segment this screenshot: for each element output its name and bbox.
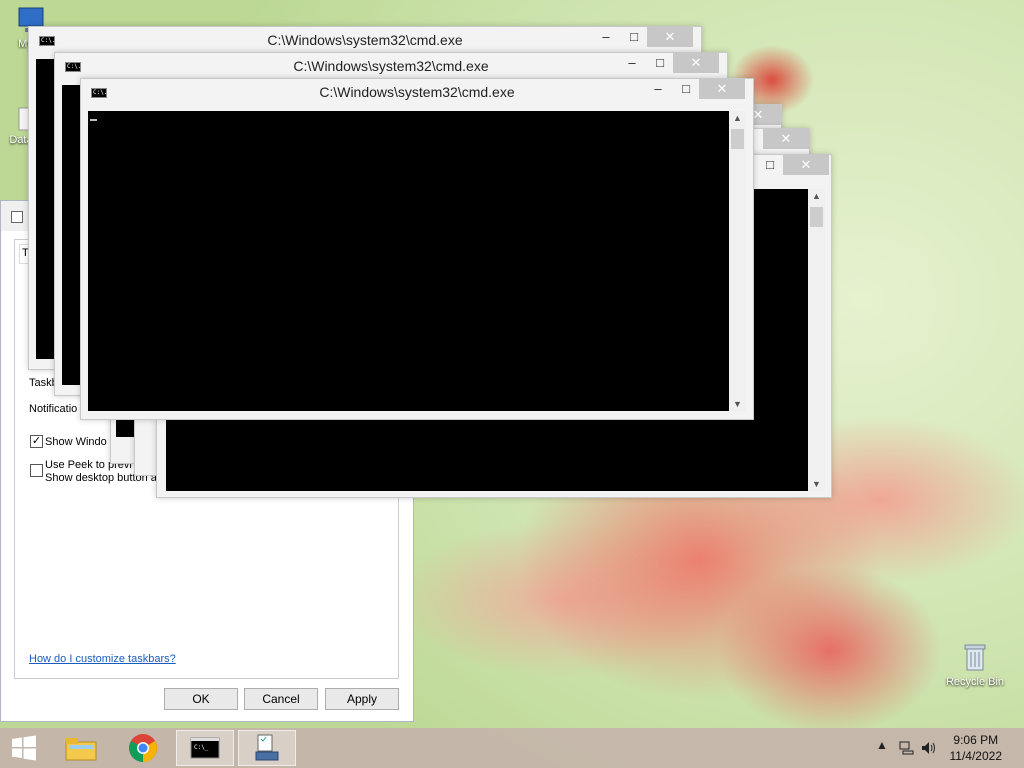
- desktop-icon-label: Recycle Bin: [945, 676, 1005, 688]
- svg-text:C:\_: C:\_: [194, 744, 209, 751]
- text-cursor: [90, 119, 97, 121]
- maximize-button[interactable]: □: [621, 27, 647, 47]
- close-button[interactable]: ✕: [763, 129, 809, 149]
- vertical-scrollbar[interactable]: ▲ ▼: [729, 111, 746, 411]
- minimize-button[interactable]: –: [645, 79, 671, 99]
- scroll-down-icon[interactable]: ▼: [729, 399, 746, 409]
- maximize-button[interactable]: □: [673, 79, 699, 99]
- scroll-thumb[interactable]: [731, 129, 744, 149]
- start-button[interactable]: [0, 730, 48, 766]
- apply-button[interactable]: Apply: [325, 688, 399, 710]
- use-peek-checkbox[interactable]: [30, 464, 43, 477]
- console-area[interactable]: [88, 111, 729, 411]
- clock-time: 9:06 PM: [953, 733, 999, 747]
- taskbar: C:\_ ▲ 9:06 PM 11/4/2022: [0, 728, 1024, 768]
- scroll-up-icon[interactable]: ▲: [808, 191, 825, 201]
- notification-area-label: Notificatio: [29, 403, 78, 415]
- show-windows-label: Show Windo: [45, 436, 107, 448]
- close-button[interactable]: ✕: [647, 27, 693, 47]
- dialog-checkbox-icon: [11, 211, 23, 223]
- scroll-down-icon[interactable]: ▼: [808, 479, 825, 489]
- maximize-button[interactable]: □: [647, 53, 673, 73]
- close-button[interactable]: ✕: [699, 79, 745, 99]
- recycle-bin-icon[interactable]: Recycle Bin: [940, 642, 1010, 688]
- close-button[interactable]: ✕: [673, 53, 719, 73]
- control-panel-icon[interactable]: [238, 730, 296, 766]
- clock[interactable]: 9:06 PM 11/4/2022: [950, 732, 1003, 764]
- close-button[interactable]: ✕: [783, 155, 829, 175]
- minimize-button[interactable]: –: [619, 53, 645, 73]
- chrome-icon[interactable]: [114, 730, 172, 766]
- file-explorer-icon[interactable]: [52, 730, 110, 766]
- maximize-button[interactable]: □: [757, 155, 783, 175]
- cmd-icon[interactable]: C:\_: [176, 730, 234, 766]
- network-icon[interactable]: [898, 740, 914, 756]
- help-link[interactable]: How do I customize taskbars?: [29, 653, 176, 665]
- ok-button[interactable]: OK: [164, 688, 238, 710]
- show-windows-checkbox[interactable]: ✓: [30, 435, 43, 448]
- vertical-scrollbar[interactable]: ▲ ▼: [808, 189, 825, 491]
- console-area[interactable]: [36, 59, 54, 359]
- scroll-thumb[interactable]: [810, 207, 823, 227]
- volume-icon[interactable]: [920, 740, 938, 756]
- minimize-button[interactable]: –: [593, 27, 619, 47]
- cancel-button[interactable]: Cancel: [244, 688, 318, 710]
- windows-logo-icon: [12, 735, 36, 761]
- clock-date: 11/4/2022: [949, 749, 1003, 763]
- show-hidden-icons-icon[interactable]: ▲: [876, 738, 888, 752]
- console-area[interactable]: [62, 85, 80, 385]
- scroll-up-icon[interactable]: ▲: [729, 113, 746, 123]
- cmd-window-front[interactable]: C:\. C:\Windows\system32\cmd.exe – □ ✕ ▲…: [80, 78, 754, 420]
